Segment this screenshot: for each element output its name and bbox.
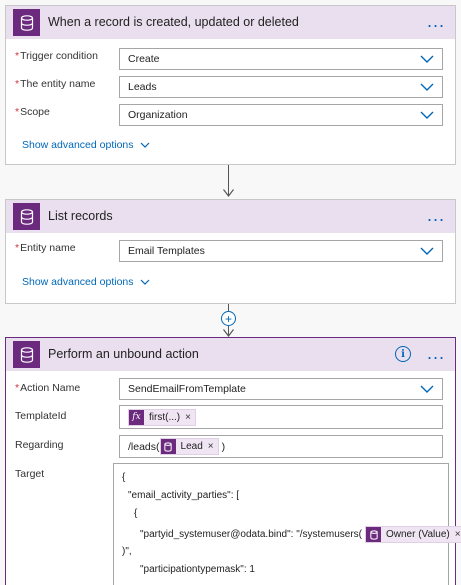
target-line: "email_activity_parties": [ (128, 490, 240, 501)
database-icon (366, 527, 381, 542)
database-icon (13, 341, 40, 368)
scope-label: *Scope (15, 106, 50, 118)
regarding-label: Regarding (15, 439, 64, 451)
list-records-card-header[interactable]: List records ... (6, 200, 455, 233)
target-line: { (122, 472, 126, 483)
trigger-condition-dropdown[interactable]: Create (119, 48, 443, 70)
unbound-action-card-title: Perform an unbound action (48, 347, 199, 361)
list-entity-name-value: Email Templates (128, 245, 205, 257)
list-records-card: List records ... *Entity name Email Temp… (5, 199, 456, 304)
owner-value-token[interactable]: Owner (Value) × (365, 526, 461, 543)
lead-token-label: Lead (180, 441, 203, 452)
trigger-condition-label: *Trigger condition (15, 50, 98, 62)
trigger-card-title: When a record is created, updated or del… (48, 15, 299, 29)
list-records-card-title: List records (48, 209, 113, 223)
target-line: )", (122, 546, 132, 557)
regarding-input[interactable]: /leads( Lead × ) (119, 435, 443, 458)
chevron-down-icon (140, 142, 149, 148)
add-icon: + (224, 311, 232, 326)
chevron-down-icon (140, 279, 149, 285)
entity-name-label: *The entity name (15, 78, 96, 90)
chevron-down-icon (420, 247, 434, 255)
database-icon (160, 439, 176, 454)
more-icon[interactable]: ... (427, 200, 445, 230)
expression-token-label: first(...) (149, 411, 181, 423)
arrow-down-icon (223, 189, 234, 197)
scope-dropdown[interactable]: Organization (119, 104, 443, 126)
arrow-down-icon (223, 329, 234, 337)
target-line: { (134, 508, 138, 519)
action-name-value: SendEmailFromTemplate (128, 383, 246, 395)
regarding-suffix: ) (221, 440, 226, 453)
list-entity-name-dropdown[interactable]: Email Templates (119, 240, 443, 262)
lead-token[interactable]: Lead × (159, 438, 219, 455)
owner-value-token-label: Owner (Value) (386, 529, 450, 540)
target-line: "partyid_systemuser@odata.bind": "/syste… (140, 526, 461, 543)
show-advanced-options-label: Show advanced options (22, 139, 134, 151)
action-name-dropdown[interactable]: SendEmailFromTemplate (119, 378, 443, 400)
chevron-down-icon (420, 111, 434, 119)
show-advanced-options-label: Show advanced options (22, 276, 134, 288)
close-icon[interactable]: × (455, 529, 461, 540)
more-icon[interactable]: ... (427, 6, 445, 36)
unbound-action-card-header[interactable]: Perform an unbound action i ... (6, 338, 455, 371)
database-icon (13, 9, 40, 36)
info-icon[interactable]: i (395, 346, 411, 362)
close-icon[interactable]: × (208, 441, 214, 452)
list-entity-name-label: *Entity name (15, 242, 76, 254)
trigger-condition-value: Create (128, 53, 160, 65)
templateid-input[interactable]: fx first(...) × (119, 405, 443, 429)
more-icon[interactable]: ... (427, 338, 445, 368)
target-line: "participationtypemask": 1 (140, 564, 255, 575)
expression-token[interactable]: fx first(...) × (128, 408, 196, 426)
trigger-card: When a record is created, updated or del… (5, 5, 456, 165)
chevron-down-icon (420, 55, 434, 63)
templateid-label: TemplateId (15, 410, 67, 422)
target-label: Target (15, 468, 45, 480)
close-icon[interactable]: × (185, 412, 191, 423)
database-icon (13, 203, 40, 230)
target-line-text: "partyid_systemuser@odata.bind": "/syste… (140, 529, 362, 540)
entity-name-dropdown[interactable]: Leads (119, 76, 443, 98)
show-advanced-options-link[interactable]: Show advanced options (22, 276, 150, 288)
regarding-prefix: /leads( (128, 440, 160, 453)
add-step-button[interactable]: + (221, 311, 236, 326)
target-textarea[interactable]: { "email_activity_parties": [ { "partyid… (113, 463, 461, 585)
show-advanced-options-link[interactable]: Show advanced options (22, 139, 150, 151)
action-name-label: *Action Name (15, 382, 81, 394)
trigger-card-header[interactable]: When a record is created, updated or del… (6, 6, 455, 39)
scope-value: Organization (128, 109, 188, 121)
fx-icon: fx (129, 409, 144, 425)
chevron-down-icon (420, 385, 434, 393)
chevron-down-icon (420, 83, 434, 91)
entity-name-value: Leads (128, 81, 157, 93)
